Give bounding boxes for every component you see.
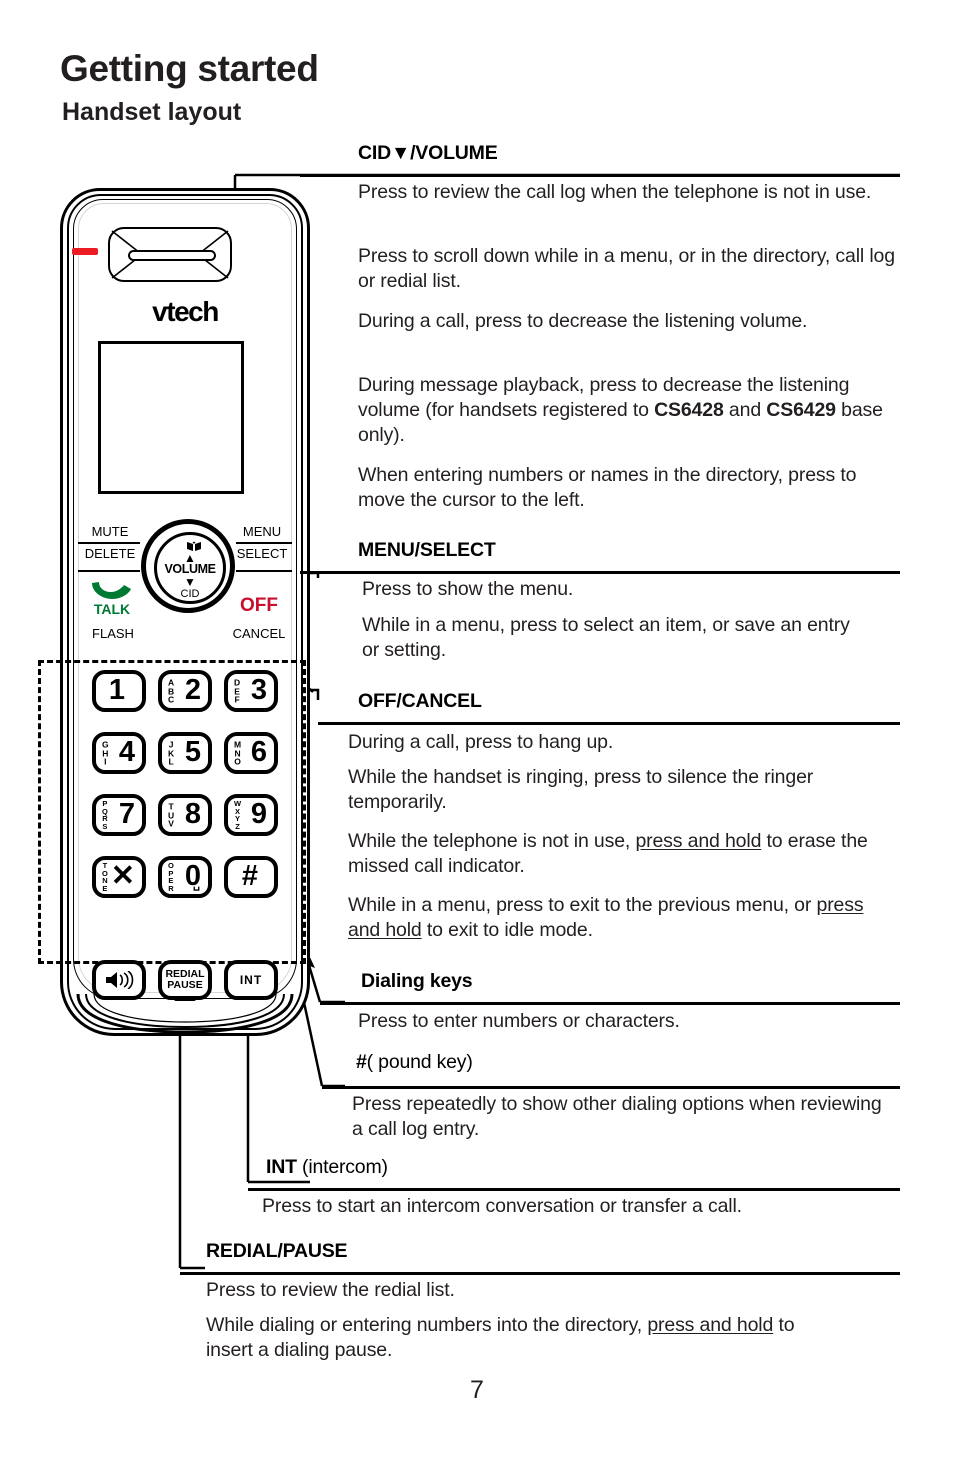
delete-label[interactable]: DELETE bbox=[80, 546, 140, 561]
handset-illustration: vtech MUTE DELETE MENU SELECT TALK FLASH… bbox=[38, 188, 310, 1036]
key-7-digit: 7 bbox=[118, 797, 135, 830]
key-4[interactable]: GHI 4 bbox=[92, 732, 146, 774]
talk-handset-icon bbox=[92, 582, 131, 599]
key-star[interactable]: T O N E ✕ bbox=[92, 856, 146, 898]
key-2-digit: 2 bbox=[184, 673, 201, 706]
rule-off-cancel bbox=[318, 722, 900, 725]
nav-cid-label: CID bbox=[180, 588, 200, 600]
key-4-digit: 4 bbox=[118, 735, 135, 768]
key-0-space-glyph: ␣ bbox=[193, 879, 200, 891]
off-cancel-para-4: While in a menu, press to exit to the pr… bbox=[348, 894, 864, 941]
cancel-label[interactable]: CANCEL bbox=[226, 626, 292, 641]
navigation-pad-inner[interactable]: ▲ VOLUME ▼ CID bbox=[154, 532, 226, 604]
key-star-letters: TONE bbox=[102, 861, 108, 893]
off-cancel-para-3: While the telephone is not in use, press… bbox=[348, 830, 868, 877]
speaker-icon bbox=[106, 971, 134, 989]
key-3[interactable]: DEF 3 bbox=[224, 670, 278, 712]
handset-base-curve bbox=[76, 994, 294, 1034]
vtech-logo: vtech bbox=[152, 296, 219, 327]
menu-select-para-1: Press to show the menu. bbox=[362, 578, 574, 600]
rule-dialing-keys bbox=[320, 1002, 900, 1005]
nav-down-arrow[interactable]: ▼ bbox=[157, 576, 223, 588]
key-5-letters: JKL bbox=[168, 739, 175, 767]
key-3-digit: 3 bbox=[250, 673, 267, 706]
key-0[interactable]: O P E R 0 ␣ bbox=[158, 856, 212, 898]
function-key-band: MUTE DELETE MENU SELECT TALK FLASH OFF C… bbox=[78, 518, 292, 648]
key-3-letters: DEF bbox=[234, 677, 241, 705]
key-1-digit: 1 bbox=[108, 673, 125, 706]
mute-row-divider bbox=[78, 570, 140, 572]
key-7[interactable]: PQRS 7 bbox=[92, 794, 146, 836]
key-0-letters: OPER bbox=[168, 861, 174, 893]
earpiece-grille bbox=[108, 227, 232, 282]
talk-label[interactable]: TALK bbox=[82, 602, 142, 617]
menu-select-divider bbox=[236, 542, 292, 544]
message-led-indicator bbox=[72, 248, 98, 255]
section-title: Handset layout bbox=[62, 98, 242, 126]
key-pound[interactable]: # bbox=[224, 856, 278, 898]
menu-row-divider bbox=[236, 570, 292, 572]
key-6-digit: 6 bbox=[250, 735, 267, 768]
key-9-digit: 9 bbox=[250, 797, 267, 830]
select-label[interactable]: SELECT bbox=[233, 546, 291, 561]
pound-key-para-1: Press repeatedly to show other dialing o… bbox=[352, 1093, 882, 1140]
keypad: 1 ABC 2 DEF 3 GHI 4 JKL 5 MNO 6 PQRS 7 TUV 8 WX… bbox=[92, 670, 278, 956]
key-2[interactable]: ABC 2 bbox=[158, 670, 212, 712]
off-label[interactable]: OFF bbox=[228, 596, 290, 615]
key-7-letters: PQRS bbox=[102, 799, 108, 831]
section-title-redial-pause: REDIAL/PAUSE bbox=[206, 1240, 348, 1262]
lcd-display bbox=[98, 341, 244, 494]
key-6[interactable]: MNO 6 bbox=[224, 732, 278, 774]
key-1[interactable]: 1 bbox=[92, 670, 146, 712]
nav-volume-label: VOLUME bbox=[164, 562, 216, 576]
rule-cid-volume bbox=[300, 174, 900, 177]
off-cancel-para-1: During a call, press to hang up. bbox=[348, 731, 614, 753]
mute-label[interactable]: MUTE bbox=[80, 524, 140, 539]
cid-volume-para-2: Press to scroll down while in a menu, or… bbox=[358, 245, 895, 292]
manual-page: Getting started Handset layout vtech MUT… bbox=[0, 0, 954, 1459]
rule-menu-select bbox=[300, 571, 900, 574]
key-8[interactable]: TUV 8 bbox=[158, 794, 212, 836]
section-title-menu-select: MENU/SELECT bbox=[358, 539, 496, 561]
section-title-off-cancel: OFF/CANCEL bbox=[358, 690, 482, 712]
dialing-keys-para-1: Press to enter numbers or characters. bbox=[358, 1010, 680, 1032]
page-number: 7 bbox=[470, 1376, 484, 1404]
key-2-letters: ABC bbox=[168, 677, 175, 705]
cid-volume-para-5: When entering numbers or names in the di… bbox=[358, 464, 857, 511]
redial-pause-para-1: Press to review the redial list. bbox=[206, 1279, 455, 1301]
section-title-dialing-keys: Dialing keys bbox=[361, 970, 473, 992]
int-label: INT bbox=[239, 972, 263, 987]
rule-int bbox=[248, 1188, 900, 1191]
key-5-digit: 5 bbox=[184, 735, 201, 768]
menu-select-para-2: While in a menu, press to select an item… bbox=[362, 614, 850, 661]
rule-redial-pause bbox=[180, 1272, 900, 1275]
section-title-int: INT (intercom) bbox=[266, 1156, 388, 1178]
redial-pause-para-2: While dialing or entering numbers into t… bbox=[206, 1314, 795, 1361]
key-9[interactable]: WXYZ 9 bbox=[224, 794, 278, 836]
key-star-digit: ✕ bbox=[110, 859, 135, 892]
cid-volume-para-1: Press to review the call log when the te… bbox=[358, 181, 872, 203]
cid-volume-para-3: During a call, press to decrease the lis… bbox=[358, 310, 808, 332]
key-6-letters: MNO bbox=[234, 739, 242, 767]
navigation-pad[interactable]: ▲ VOLUME ▼ CID bbox=[141, 519, 235, 613]
rule-pound-key bbox=[322, 1086, 900, 1089]
page-title: Getting started bbox=[60, 48, 319, 89]
cid-volume-para-4: During message playback, press to decrea… bbox=[358, 374, 883, 446]
redial-pause-label: REDIAL PAUSE bbox=[165, 968, 205, 991]
key-8-digit: 8 bbox=[184, 797, 201, 830]
int-para-1: Press to start an intercom conversation … bbox=[262, 1195, 742, 1217]
section-title-pound-key: #( pound key) bbox=[356, 1051, 473, 1073]
key-5[interactable]: JKL 5 bbox=[158, 732, 212, 774]
menu-label[interactable]: MENU bbox=[233, 524, 291, 539]
off-cancel-para-2: While the handset is ringing, press to s… bbox=[348, 766, 814, 813]
flash-label[interactable]: FLASH bbox=[80, 626, 146, 641]
mute-delete-divider bbox=[78, 542, 140, 544]
key-9-letters: WXYZ bbox=[234, 799, 242, 831]
key-4-letters: GHI bbox=[102, 739, 109, 767]
key-8-letters: TUV bbox=[168, 801, 175, 829]
key-pound-digit: # bbox=[241, 859, 258, 892]
earpiece-slot bbox=[128, 250, 216, 261]
section-title-cid-volume: CID▼/VOLUME bbox=[358, 142, 498, 164]
